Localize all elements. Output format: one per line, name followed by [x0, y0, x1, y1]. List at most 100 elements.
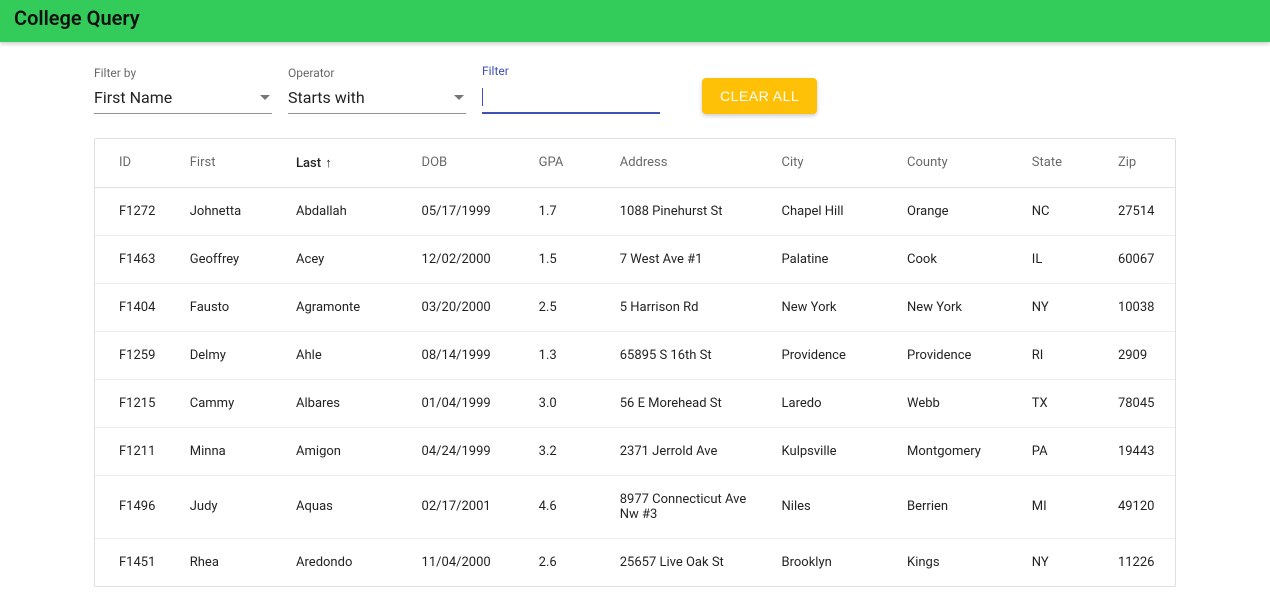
- cell-first: Minna: [178, 427, 284, 475]
- table-row[interactable]: F1215CammyAlbares01/04/19993.056 E Moreh…: [95, 379, 1175, 427]
- data-table: IDFirstLast↑DOBGPAAddressCityCountyState…: [94, 138, 1176, 587]
- column-header-zip[interactable]: Zip: [1106, 139, 1175, 188]
- cell-city: Laredo: [770, 379, 896, 427]
- operator-select[interactable]: Starts with: [288, 84, 466, 114]
- cell-address: 7 West Ave #1: [608, 235, 770, 283]
- cell-last: Aredondo: [284, 538, 410, 586]
- cell-state: NC: [1020, 187, 1106, 235]
- table-row[interactable]: F1496JudyAquas02/17/20014.68977 Connecti…: [95, 475, 1175, 538]
- cell-city: Niles: [770, 475, 896, 538]
- cell-first: Fausto: [178, 283, 284, 331]
- filter-text-field: Filter: [482, 64, 660, 114]
- column-header-gpa[interactable]: GPA: [527, 139, 608, 188]
- cell-city: Brooklyn: [770, 538, 896, 586]
- cell-county: New York: [895, 283, 1020, 331]
- cell-zip: 11226: [1106, 538, 1175, 586]
- cell-county: Orange: [895, 187, 1020, 235]
- cell-zip: 19443: [1106, 427, 1175, 475]
- cell-state: TX: [1020, 379, 1106, 427]
- cell-city: Providence: [770, 331, 896, 379]
- filter-text-label: Filter: [482, 64, 660, 78]
- sort-arrow-icon: ↑: [325, 156, 332, 171]
- cell-gpa: 2.5: [527, 283, 608, 331]
- cell-gpa: 3.2: [527, 427, 608, 475]
- cell-last: Acey: [284, 235, 410, 283]
- cell-gpa: 4.6: [527, 475, 608, 538]
- cell-gpa: 2.6: [527, 538, 608, 586]
- cell-state: RI: [1020, 331, 1106, 379]
- table-header-row: IDFirstLast↑DOBGPAAddressCityCountyState…: [95, 139, 1175, 188]
- filter-input[interactable]: [482, 82, 660, 114]
- cell-zip: 60067: [1106, 235, 1175, 283]
- filter-by-label: Filter by: [94, 66, 272, 80]
- cell-id: F1404: [95, 283, 178, 331]
- filters-row: Filter by First Name Operator Starts wit…: [94, 64, 1176, 114]
- cell-county: Cook: [895, 235, 1020, 283]
- cell-first: Cammy: [178, 379, 284, 427]
- filter-by-field: Filter by First Name: [94, 66, 272, 114]
- cell-county: Kings: [895, 538, 1020, 586]
- table-row[interactable]: F1259DelmyAhle08/14/19991.365895 S 16th …: [95, 331, 1175, 379]
- cell-address: 5 Harrison Rd: [608, 283, 770, 331]
- cell-address: 1088 Pinehurst St: [608, 187, 770, 235]
- cell-county: Webb: [895, 379, 1020, 427]
- cell-first: Judy: [178, 475, 284, 538]
- column-header-county[interactable]: County: [895, 139, 1020, 188]
- cell-gpa: 1.7: [527, 187, 608, 235]
- cell-zip: 78045: [1106, 379, 1175, 427]
- page-title: College Query: [14, 6, 140, 30]
- cell-dob: 01/04/1999: [410, 379, 527, 427]
- table-row[interactable]: F1272JohnettaAbdallah05/17/19991.71088 P…: [95, 187, 1175, 235]
- column-header-state[interactable]: State: [1020, 139, 1106, 188]
- cell-zip: 49120: [1106, 475, 1175, 538]
- cell-last: Amigon: [284, 427, 410, 475]
- cell-dob: 12/02/2000: [410, 235, 527, 283]
- cell-address: 8977 Connecticut Ave Nw #3: [608, 475, 770, 538]
- column-header-id[interactable]: ID: [95, 139, 178, 188]
- cell-county: Providence: [895, 331, 1020, 379]
- cell-id: F1463: [95, 235, 178, 283]
- cell-dob: 11/04/2000: [410, 538, 527, 586]
- column-header-city[interactable]: City: [770, 139, 896, 188]
- column-header-address[interactable]: Address: [608, 139, 770, 188]
- cell-county: Berrien: [895, 475, 1020, 538]
- cell-last: Aquas: [284, 475, 410, 538]
- table-row[interactable]: F1211MinnaAmigon04/24/19993.22371 Jerrol…: [95, 427, 1175, 475]
- cell-state: NY: [1020, 283, 1106, 331]
- cell-county: Montgomery: [895, 427, 1020, 475]
- chevron-down-icon: [260, 95, 270, 100]
- content-area: Filter by First Name Operator Starts wit…: [0, 42, 1270, 587]
- cell-dob: 04/24/1999: [410, 427, 527, 475]
- operator-value: Starts with: [288, 88, 365, 107]
- cell-state: NY: [1020, 538, 1106, 586]
- clear-all-button[interactable]: CLEAR ALL: [702, 78, 817, 114]
- cell-dob: 05/17/1999: [410, 187, 527, 235]
- cell-gpa: 3.0: [527, 379, 608, 427]
- cell-id: F1215: [95, 379, 178, 427]
- cell-state: PA: [1020, 427, 1106, 475]
- table-row[interactable]: F1451RheaAredondo11/04/20002.625657 Live…: [95, 538, 1175, 586]
- cell-id: F1211: [95, 427, 178, 475]
- cell-city: Kulpsville: [770, 427, 896, 475]
- column-header-first[interactable]: First: [178, 139, 284, 188]
- cell-first: Johnetta: [178, 187, 284, 235]
- cell-zip: 27514: [1106, 187, 1175, 235]
- table-row[interactable]: F1463GeoffreyAcey12/02/20001.57 West Ave…: [95, 235, 1175, 283]
- filter-by-select[interactable]: First Name: [94, 84, 272, 114]
- cell-address: 25657 Live Oak St: [608, 538, 770, 586]
- cell-zip: 10038: [1106, 283, 1175, 331]
- cell-last: Ahle: [284, 331, 410, 379]
- text-caret: [482, 88, 483, 106]
- cell-address: 65895 S 16th St: [608, 331, 770, 379]
- cell-last: Abdallah: [284, 187, 410, 235]
- cell-id: F1451: [95, 538, 178, 586]
- column-header-dob[interactable]: DOB: [410, 139, 527, 188]
- cell-first: Rhea: [178, 538, 284, 586]
- cell-city: New York: [770, 283, 896, 331]
- filter-by-value: First Name: [94, 88, 172, 107]
- app-header: College Query: [0, 0, 1270, 42]
- column-header-last[interactable]: Last↑: [284, 139, 410, 188]
- cell-last: Agramonte: [284, 283, 410, 331]
- cell-address: 2371 Jerrold Ave: [608, 427, 770, 475]
- table-row[interactable]: F1404FaustoAgramonte03/20/20002.55 Harri…: [95, 283, 1175, 331]
